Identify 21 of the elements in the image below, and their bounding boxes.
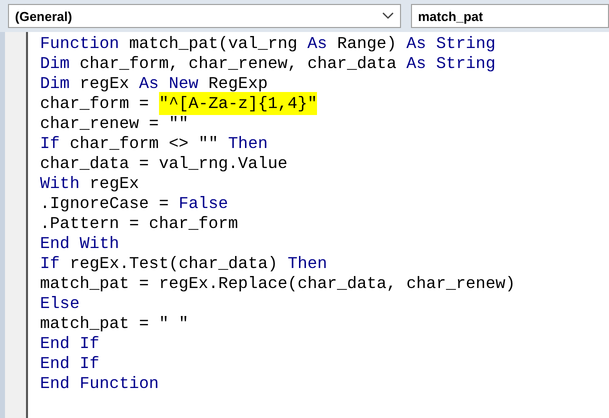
code-line: End If [40, 334, 100, 354]
chevron-down-icon [382, 12, 394, 20]
code-line: End Function [40, 374, 160, 394]
object-dropdown[interactable]: (General) [8, 4, 401, 28]
code-line: Dim char_form, char_renew, char_data As String [40, 54, 496, 74]
code-line: If char_form <> "" Then [40, 134, 269, 154]
code-line: With regEx [40, 174, 140, 194]
code-line: If regEx.Test(char_data) Then [40, 254, 328, 274]
code-line: char_renew = "" [40, 114, 190, 134]
code-line: End With [40, 234, 120, 254]
code-line: .Pattern = char_form [40, 214, 240, 234]
procedure-dropdown[interactable]: match_pat [410, 4, 609, 28]
code-line: char_data = val_rng.Value [40, 154, 289, 174]
code-line: match_pat = regEx.Replace(char_data, char_renew) [40, 274, 516, 294]
code-line: Dim regEx As New RegExp [40, 74, 269, 94]
code-line: Else [40, 294, 81, 314]
code-line: match_pat = " " [40, 314, 190, 334]
code-line: .IgnoreCase = False [40, 194, 230, 214]
code-line: End If [40, 354, 100, 374]
code-line: Function match_pat(val_rng As Range) As String [40, 34, 497, 54]
code-line: char_form = "^[A-Za-z]{1,4}" [40, 94, 318, 114]
